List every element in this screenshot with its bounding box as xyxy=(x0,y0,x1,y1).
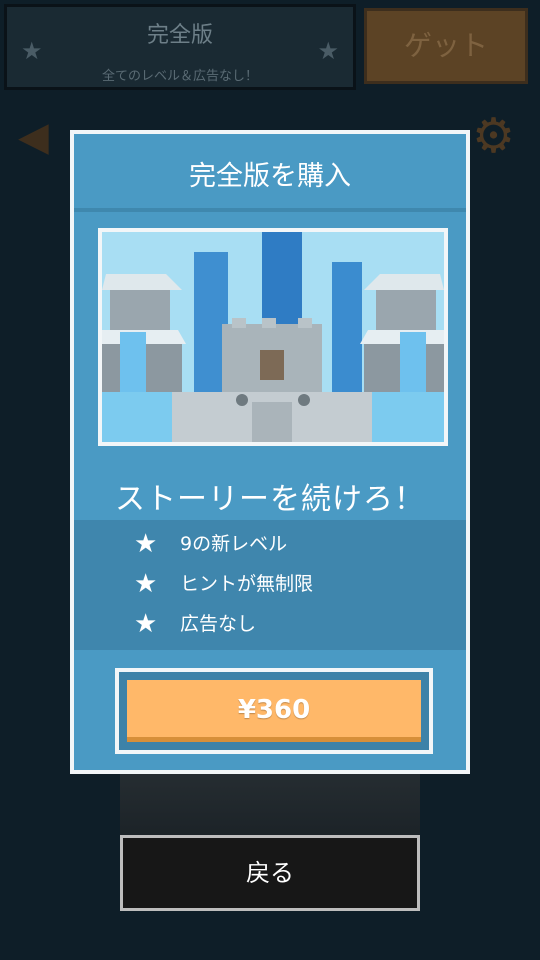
banner-subtitle: 全てのレベル＆広告なし！ xyxy=(101,69,258,84)
level-preview-image xyxy=(98,228,448,446)
gear-icon: ⚙ xyxy=(472,108,516,164)
divider xyxy=(74,208,466,212)
star-icon: ★ xyxy=(134,568,158,599)
get-button: ゲット xyxy=(364,8,528,84)
banner-title: 完全版 xyxy=(146,23,213,48)
list-item: ★ 9の新レベル xyxy=(134,528,288,559)
dialog-title: 完全版を購入 xyxy=(189,161,351,192)
feature-label: 広告なし xyxy=(180,612,257,635)
buy-button[interactable]: ¥360 xyxy=(127,680,421,742)
star-icon: ★ xyxy=(134,528,158,559)
dialog-subtitle: ストーリーを続けろ！ xyxy=(115,482,425,517)
list-item: ★ ヒントが無制限 xyxy=(134,568,314,599)
buy-button-frame: ¥360 xyxy=(115,668,433,754)
feature-label: 9の新レベル xyxy=(180,532,288,555)
list-item: ★ 広告なし xyxy=(134,608,257,639)
feature-label: ヒントが無制限 xyxy=(180,572,314,595)
purchase-dialog: 完全版を購入 ストーリーを続けろ！ ★ 9の新レベル ★ ヒントが無制限 ★ 広… xyxy=(70,130,470,774)
star-icon: ★ xyxy=(134,608,158,639)
back-button[interactable]: 戻る xyxy=(120,835,420,911)
back-arrow-icon: ◀ xyxy=(18,114,49,160)
full-version-banner: ★ 完全版 全てのレベル＆広告なし！ ★ xyxy=(4,4,356,90)
background-scene xyxy=(120,770,420,840)
star-icon: ★ xyxy=(317,37,339,65)
feature-list: ★ 9の新レベル ★ ヒントが無制限 ★ 広告なし xyxy=(74,520,466,650)
